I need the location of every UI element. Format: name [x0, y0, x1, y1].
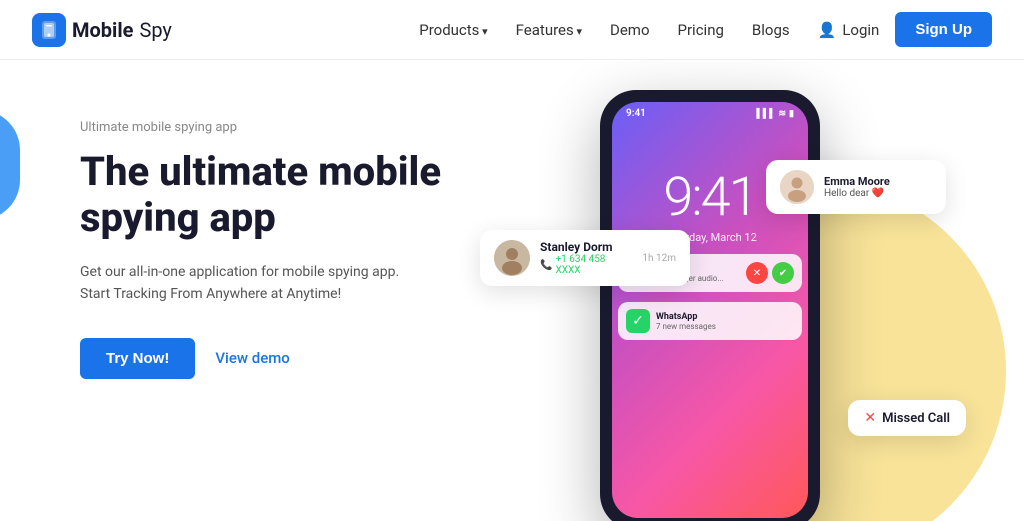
blue-decoration	[0, 110, 20, 220]
logo-spy: Spy	[139, 18, 171, 42]
emma-avatar	[780, 170, 814, 204]
user-icon: 👤	[818, 21, 837, 39]
whatsapp-content: WhatsApp 7 new messages	[656, 312, 794, 331]
login-label: Login	[842, 21, 879, 39]
wifi-icon: ≋	[779, 109, 787, 119]
hero-title: The ultimate mobile spying app	[80, 149, 500, 241]
missed-call-icon: ✕	[864, 410, 876, 426]
login-button[interactable]: 👤 Login	[818, 21, 880, 39]
hero-right: 9:41 ▌▌▌ ≋ ▮ 9:41 Saturday, March 12 m O…	[500, 100, 976, 521]
status-icons: ▌▌▌ ≋ ▮	[756, 108, 794, 119]
try-now-button[interactable]: Try Now!	[80, 338, 195, 379]
whatsapp-text: 7 new messages	[656, 322, 794, 331]
signal-icon: ▌▌▌	[756, 108, 775, 119]
view-demo-link[interactable]: View demo	[215, 349, 289, 367]
hero-desc: Get our all-in-one application for mobil…	[80, 261, 500, 306]
caller-number: 📞 +1 634 458 XXXX	[540, 254, 632, 276]
message-card: Emma Moore Hello dear ❤️	[766, 160, 946, 214]
nav-products[interactable]: Products	[419, 21, 487, 39]
call-info: Stanley Dorm 📞 +1 634 458 XXXX	[540, 240, 632, 276]
signup-button[interactable]: Sign Up	[895, 12, 992, 47]
nav-pricing[interactable]: Pricing	[678, 21, 724, 39]
phone-icon: 📞	[540, 260, 552, 271]
whatsapp-notification: ✓ WhatsApp 7 new messages	[618, 302, 802, 340]
hero-section: Ultimate mobile spying app The ultimate …	[0, 60, 1024, 521]
caller-name: Stanley Dorm	[540, 240, 632, 254]
battery-icon: ▮	[789, 109, 794, 119]
hero-subtitle: Ultimate mobile spying app	[80, 120, 500, 135]
hero-left: Ultimate mobile spying app The ultimate …	[80, 100, 500, 379]
nav-blogs[interactable]: Blogs	[752, 21, 790, 39]
nav-features[interactable]: Features	[516, 21, 582, 39]
whatsapp-title: WhatsApp	[656, 312, 794, 322]
phone-time-small: 9:41	[626, 108, 646, 119]
accept-button[interactable]: ✔	[772, 262, 794, 284]
sender-name: Emma Moore	[824, 175, 932, 188]
whatsapp-icon: ✓	[626, 309, 650, 333]
message-info: Emma Moore Hello dear ❤️	[824, 175, 932, 199]
stanley-avatar	[494, 240, 530, 276]
navbar: MobileSpy Products Features Demo Pricing…	[0, 0, 1024, 60]
logo[interactable]: MobileSpy	[32, 13, 172, 47]
missed-call-text: Missed Call	[882, 411, 950, 426]
nav-links: Products Features Demo Pricing Blogs	[419, 20, 789, 39]
message-text: Hello dear ❤️	[824, 188, 932, 199]
nav-demo[interactable]: Demo	[610, 21, 650, 39]
phone-status-bar: 9:41 ▌▌▌ ≋ ▮	[612, 102, 808, 121]
logo-icon	[32, 13, 66, 47]
decline-button[interactable]: ✕	[746, 262, 768, 284]
call-duration: 1h 12m	[642, 253, 676, 264]
hero-buttons: Try Now! View demo	[80, 338, 500, 379]
logo-mobile: Mobile	[72, 18, 133, 42]
call-card: Stanley Dorm 📞 +1 634 458 XXXX 1h 12m	[480, 230, 690, 286]
phone-mockup: 9:41 ▌▌▌ ≋ ▮ 9:41 Saturday, March 12 m O…	[600, 90, 820, 521]
notif-actions: ✕ ✔	[746, 262, 794, 284]
missed-call-card: ✕ Missed Call	[848, 400, 966, 436]
